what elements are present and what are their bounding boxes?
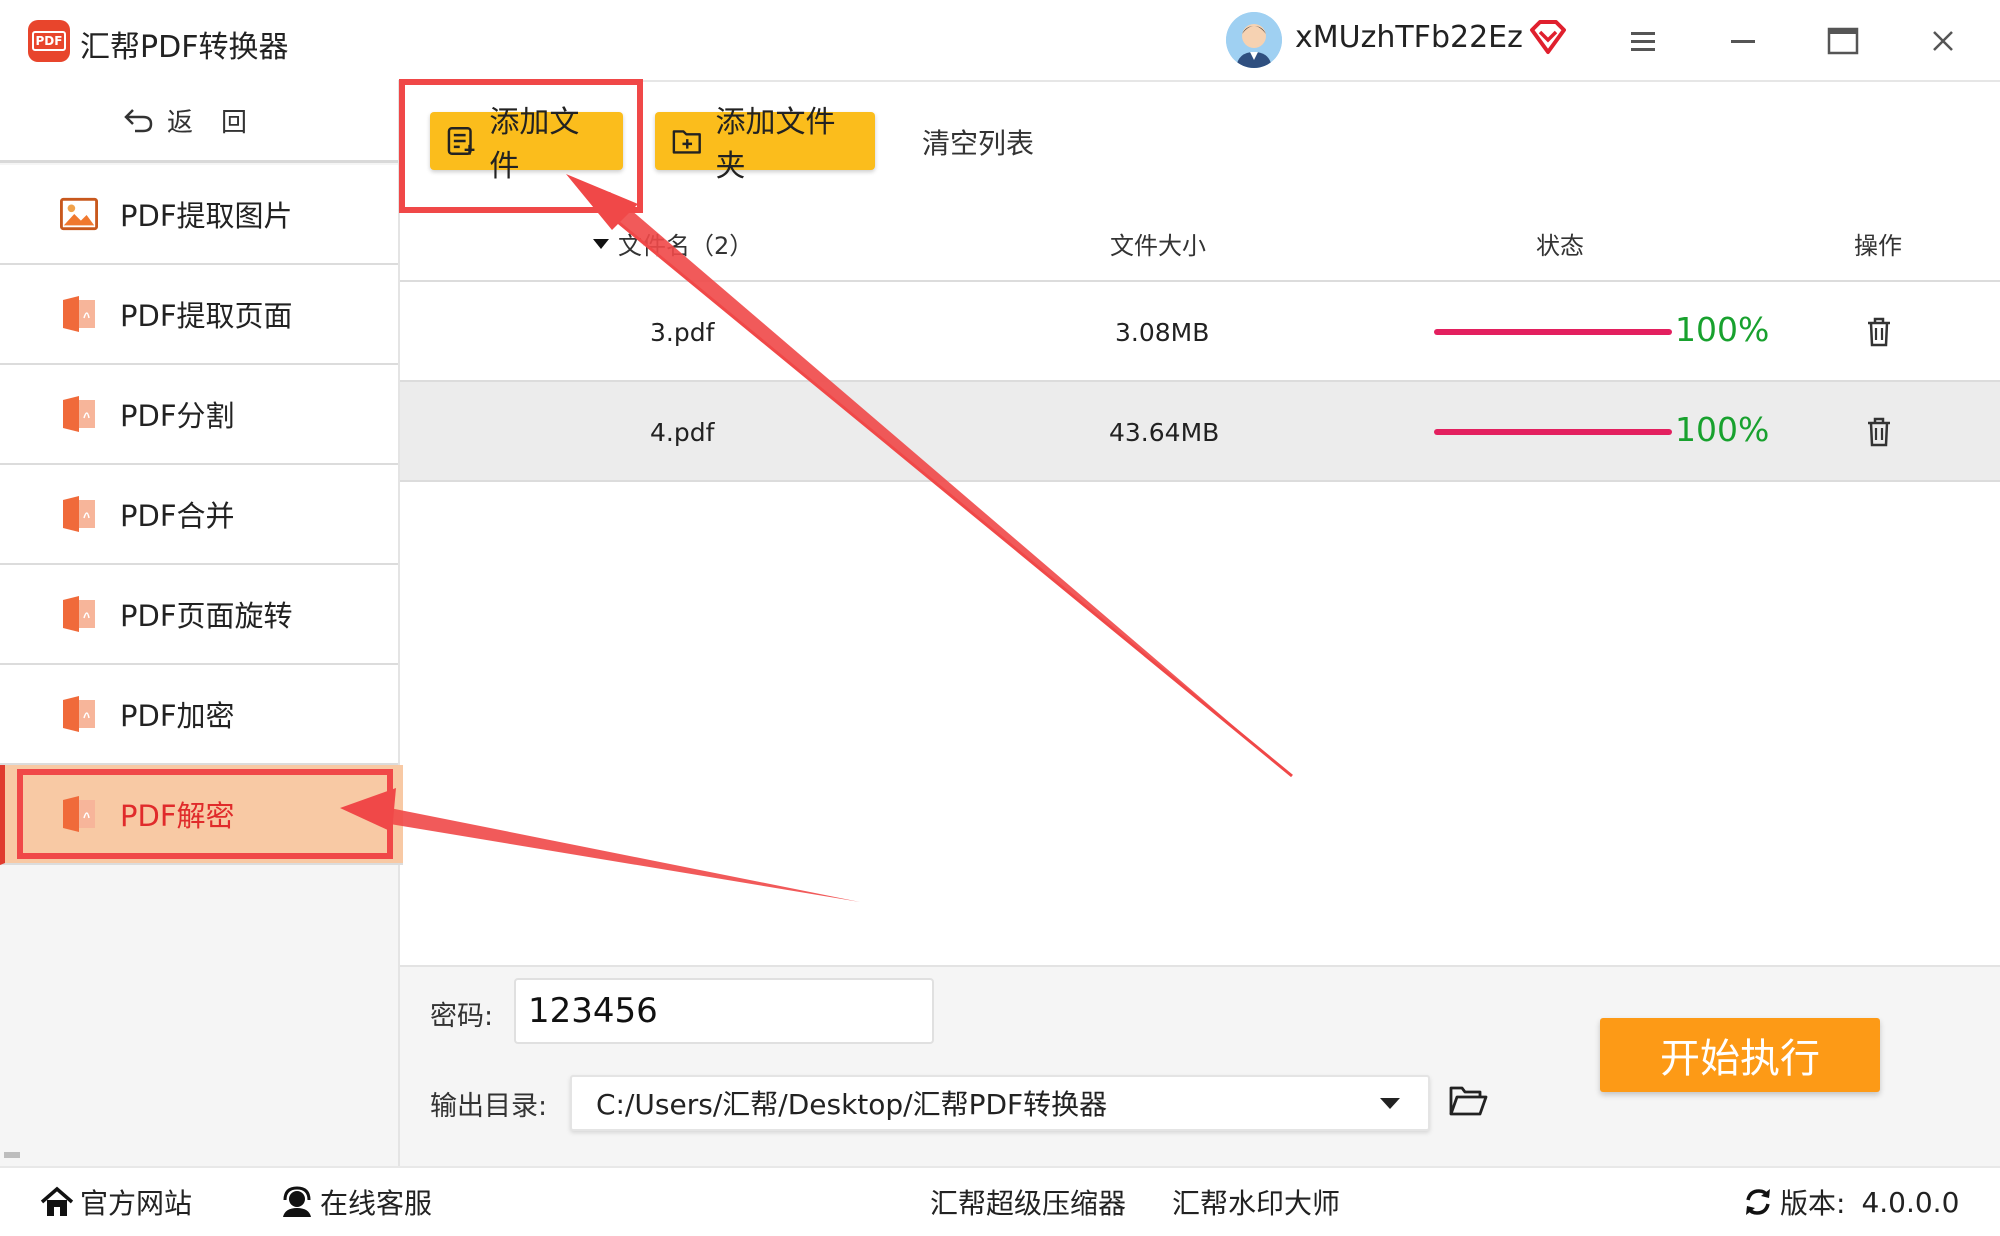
pdf-file-icon: [60, 696, 98, 732]
back-arrow-icon: [124, 109, 153, 133]
pdf-file-icon: [60, 496, 98, 532]
sidebar-item-pdf-decrypt[interactable]: PDF解密: [0, 765, 403, 865]
start-button[interactable]: 开始执行: [1600, 1018, 1880, 1092]
compressor-link[interactable]: 汇帮超级压缩器: [930, 1182, 1126, 1222]
image-icon: [60, 196, 98, 232]
sidebar-item-label: PDF合并: [120, 499, 235, 533]
delete-icon[interactable]: [1864, 316, 1894, 348]
folder-open-icon[interactable]: [1448, 1084, 1488, 1118]
output-dir-label: 输出目录:: [430, 1091, 548, 1122]
watermark-link[interactable]: 汇帮水印大师: [1172, 1182, 1340, 1222]
sidebar-item-label: PDF分割: [120, 399, 235, 433]
app-logo-icon: PDF: [28, 20, 70, 62]
password-input[interactable]: [514, 978, 934, 1044]
sidebar-item-label: PDF提取图片: [120, 199, 293, 233]
version-value: 4.0.0.0: [1861, 1185, 1960, 1219]
password-label: 密码:: [430, 1001, 494, 1032]
close-icon[interactable]: [1920, 18, 1966, 64]
title-bar: [0, 0, 2000, 82]
add-file-icon: [447, 127, 475, 155]
sidebar-item-pdf-extract-image[interactable]: PDF提取图片: [0, 165, 398, 265]
clear-list-button[interactable]: 清空列表: [922, 122, 1034, 162]
customer-service-icon: [283, 1186, 311, 1217]
sidebar-item-label: PDF提取页面: [120, 299, 293, 333]
official-site-label: 官方网站: [80, 1187, 193, 1220]
add-folder-label: 添加文件夹: [715, 105, 836, 184]
column-header-filename[interactable]: 文件名（2）: [592, 226, 753, 261]
user-avatar-icon: [1226, 12, 1282, 68]
version-info[interactable]: 版本: 4.0.0.0: [1742, 1182, 1959, 1222]
progress-text: 100%: [1675, 310, 1770, 349]
pdf-file-icon: [60, 296, 98, 332]
online-service-label: 在线客服: [320, 1187, 433, 1220]
sidebar-item-label: PDF解密: [120, 799, 235, 833]
column-header-action: 操作: [1854, 232, 1902, 260]
sidebar-item-pdf-rotate[interactable]: PDF页面旋转: [0, 565, 398, 665]
file-name: 3.pdf: [650, 318, 715, 347]
file-size: 43.64MB: [1109, 418, 1220, 447]
hamburger-menu-icon[interactable]: [1620, 18, 1666, 64]
username[interactable]: xMUzhTFb22Ez: [1295, 20, 1523, 55]
pdf-file-icon: [60, 396, 98, 432]
progress-bar: [1434, 429, 1672, 435]
official-site-link[interactable]: 官方网站: [40, 1182, 192, 1222]
add-file-label: 添加文件: [489, 105, 580, 184]
column-header-filename-label: 文件名（2）: [618, 232, 754, 260]
sidebar-scrollbar[interactable]: [4, 1152, 20, 1158]
refresh-icon: [1746, 1189, 1770, 1215]
chevron-down-icon[interactable]: [1380, 1098, 1400, 1109]
add-file-button[interactable]: 添加文件: [430, 105, 623, 184]
column-header-status: 状态: [1536, 232, 1584, 260]
column-header-size: 文件大小: [1110, 232, 1206, 260]
pdf-file-icon: [60, 796, 98, 832]
delete-icon[interactable]: [1864, 416, 1894, 448]
pdf-file-icon: [60, 596, 98, 632]
sidebar-item-label: PDF页面旋转: [120, 599, 293, 633]
back-label: 返回: [166, 107, 275, 138]
minimize-icon[interactable]: [1720, 18, 1766, 64]
app-logo-text: PDF: [31, 31, 67, 51]
output-dir-value: C:/Users/汇帮/Desktop/汇帮PDF转换器: [596, 1088, 1108, 1121]
online-service-link[interactable]: 在线客服: [280, 1182, 432, 1222]
sidebar-item-pdf-merge[interactable]: PDF合并: [0, 465, 398, 565]
avatar[interactable]: [1226, 12, 1282, 68]
maximize-icon[interactable]: [1820, 18, 1866, 64]
file-name: 4.pdf: [650, 418, 715, 447]
sidebar-item-pdf-encrypt[interactable]: PDF加密: [0, 665, 398, 765]
sidebar-item-pdf-split[interactable]: PDF分割: [0, 365, 398, 465]
add-folder-button[interactable]: 添加文件夹: [655, 105, 875, 184]
annotation-arrow-icon: [340, 788, 860, 902]
sidebar-item-pdf-extract-pages[interactable]: PDF提取页面: [0, 265, 398, 365]
progress-text: 100%: [1675, 410, 1770, 449]
output-dir-select[interactable]: C:/Users/汇帮/Desktop/汇帮PDF转换器: [570, 1075, 1430, 1131]
file-size: 3.08MB: [1115, 318, 1210, 347]
back-button[interactable]: 返回: [0, 80, 398, 163]
version-label: 版本:: [1780, 1187, 1846, 1220]
sidebar-item-label: PDF加密: [120, 699, 235, 733]
sort-caret-icon: [593, 238, 609, 249]
progress-bar: [1434, 329, 1672, 335]
add-folder-icon: [672, 130, 701, 154]
app-title: 汇帮PDF转换器: [80, 30, 289, 65]
vip-diamond-icon[interactable]: [1528, 20, 1568, 56]
home-icon: [40, 1186, 74, 1216]
